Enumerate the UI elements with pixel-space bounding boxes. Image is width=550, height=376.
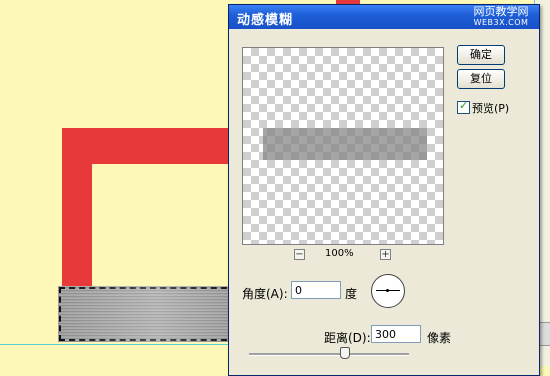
blurred-preview-shape [263,128,427,160]
distance-slider-thumb[interactable] [340,347,350,359]
angle-dial-center [386,289,389,292]
watermark-line2: WEB3X.COM [473,18,529,27]
distance-unit: 像素 [427,331,452,345]
zoom-in-button[interactable]: + [380,249,391,260]
red-frame-vertical [62,128,92,288]
ok-button[interactable]: 确定 [457,45,505,65]
angle-input[interactable] [291,281,341,299]
zoom-out-button[interactable]: − [294,249,305,260]
dialog-title: 动感模糊 [237,13,294,28]
motion-blur-dialog: 动感模糊 网页教学网 WEB3X.COM − 100% + 确定 复位 ✓ 预览… [228,4,540,376]
metal-shine [58,286,238,342]
distance-slider-track[interactable] [249,353,409,356]
watermark-line1: 网页教学网 [473,5,529,18]
distance-label: 距离(D): [324,331,371,345]
preview-checkbox[interactable]: ✓ [457,99,470,114]
guide-line [0,344,240,345]
angle-unit: 度 [345,287,358,301]
checkmark-icon: ✓ [459,99,469,112]
scroll-handle[interactable] [539,322,550,346]
site-watermark: 网页教学网 WEB3X.COM [469,6,533,28]
distance-input[interactable] [371,325,421,343]
zoom-level: 100% [325,248,354,259]
angle-label: 角度(A): [242,287,288,301]
preview-area[interactable] [242,47,444,245]
dialog-titlebar[interactable]: 动感模糊 网页教学网 WEB3X.COM [229,5,539,29]
preview-checkbox-label[interactable]: 预览(P) [472,100,509,116]
reset-button[interactable]: 复位 [457,69,505,89]
angle-dial[interactable] [371,274,405,308]
